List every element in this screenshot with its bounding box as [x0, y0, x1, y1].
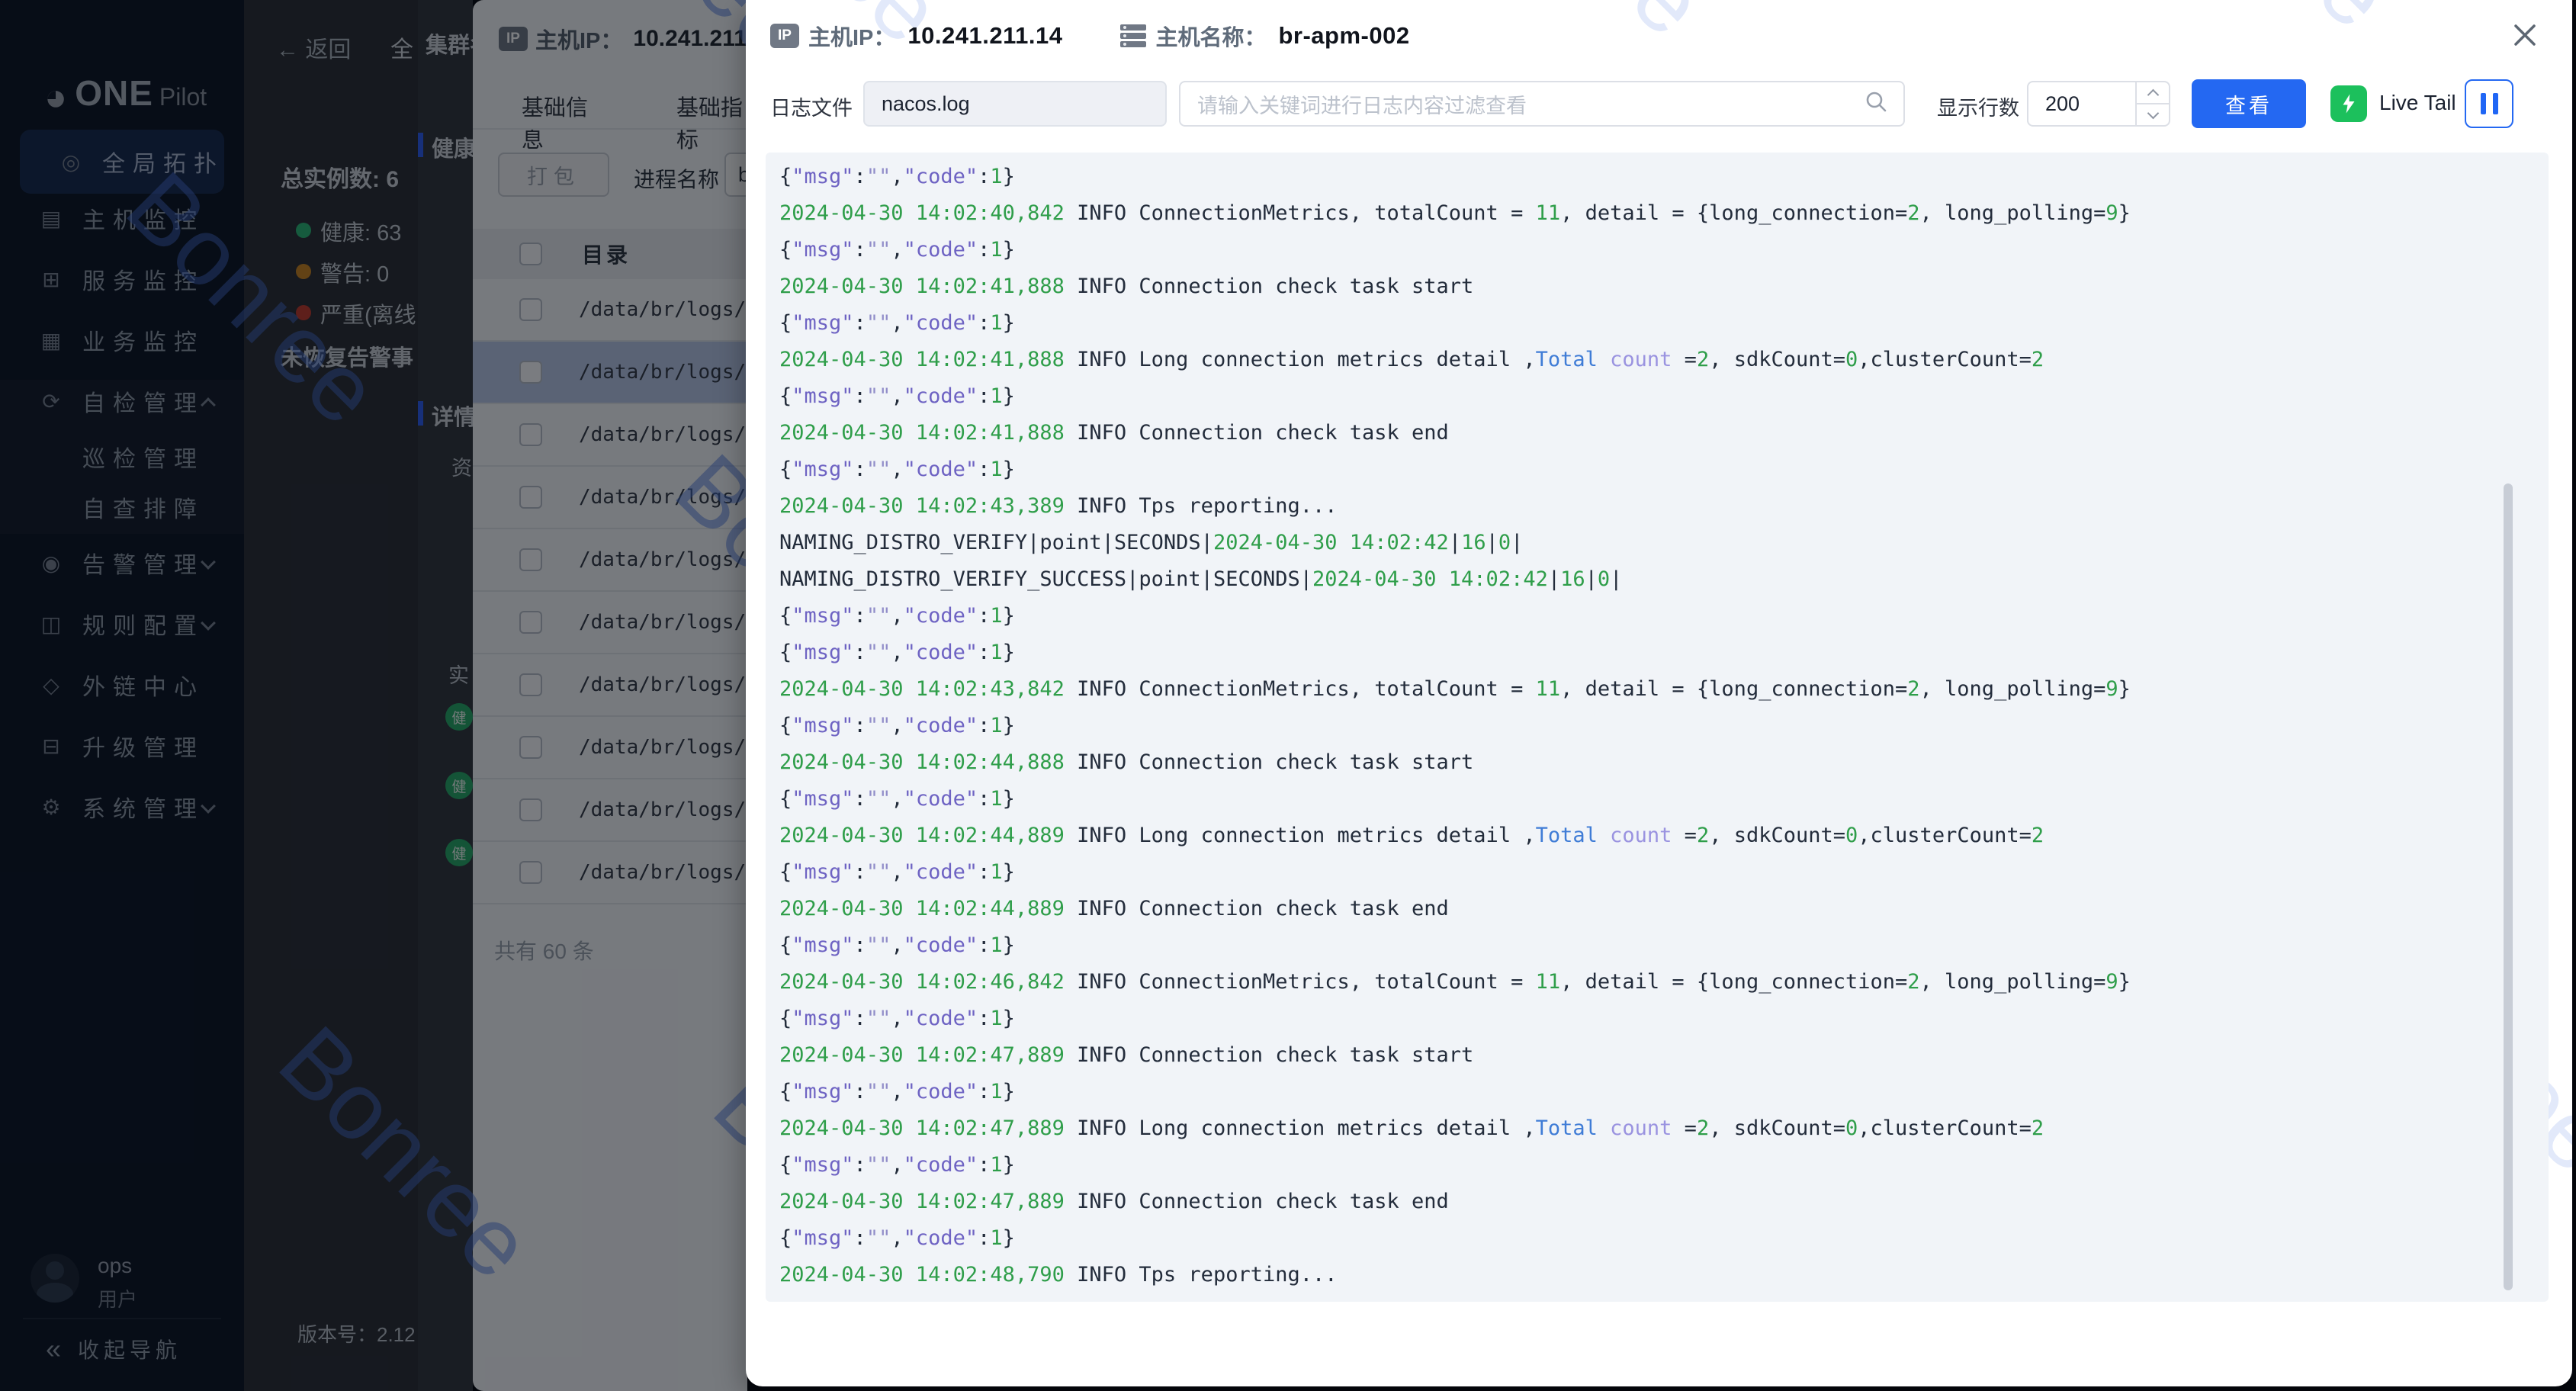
log-line: {"msg":"","code":1} — [779, 159, 2549, 195]
lines-count-value[interactable]: 200 — [2028, 82, 2135, 125]
log-line: {"msg":"","code":1} — [779, 1074, 2549, 1110]
log-line: {"msg":"","code":1} — [779, 451, 2549, 488]
close-icon[interactable] — [2510, 20, 2540, 50]
log-line: 2024-04-30 14:02:43,842 INFO ConnectionM… — [779, 671, 2549, 708]
log-scrollbar[interactable] — [2504, 483, 2513, 1290]
log-line: {"msg":"","code":1} — [779, 232, 2549, 268]
log-line: 2024-04-30 14:02:44,889 INFO Long connec… — [779, 818, 2549, 854]
log-line: NAMING_DISTRO_VERIFY|point|SECONDS|2024-… — [779, 525, 2549, 561]
stepper-up-icon[interactable] — [2137, 82, 2169, 103]
stepper-controls — [2135, 82, 2169, 125]
log-line: {"msg":"","code":1} — [779, 378, 2549, 415]
log-viewer-modal: Bonree Bonree Bonree Bonree Bonree Bonre… — [746, 0, 2572, 1386]
log-line: {"msg":"","code":1} — [779, 153, 2549, 159]
log-line: {"msg":"","code":1} — [779, 598, 2549, 634]
search-input[interactable]: 请输入关键词进行日志内容过滤查看 — [1179, 81, 1905, 127]
log-line: 2024-04-30 14:02:40,842 INFO ConnectionM… — [779, 195, 2549, 232]
log-lines: {"msg":"","code":1}{"msg":"","code":1}20… — [766, 153, 2549, 1293]
log-line: 2024-04-30 14:02:47,889 INFO Connection … — [779, 1037, 2549, 1074]
screen: ◕ ONE Pilot ◎ 全局拓扑 ▤主机监控⊞服务监控▦业务监控⟳自检管理巡… — [0, 0, 2576, 1391]
live-tail-label: Live Tail — [2379, 91, 2456, 115]
log-line: 2024-04-30 14:02:41,888 INFO Long connec… — [779, 342, 2549, 378]
view-button[interactable]: 查看 — [2192, 79, 2306, 128]
log-line: {"msg":"","code":1} — [779, 927, 2549, 964]
host-ip-label: 主机IP： — [808, 20, 895, 52]
stepper-down-icon[interactable] — [2137, 103, 2169, 125]
lines-count-label: 显示行数 — [1937, 92, 2019, 121]
log-line: 2024-04-30 14:02:41,888 INFO Connection … — [779, 415, 2549, 451]
log-line: 2024-04-30 14:02:46,842 INFO ConnectionM… — [779, 964, 2549, 1001]
lines-count-stepper[interactable]: 200 — [2027, 81, 2170, 127]
log-line: NAMING_DISTRO_VERIFY_SUCCESS|point|SECON… — [779, 561, 2549, 598]
log-line: 2024-04-30 14:02:41,888 INFO Connection … — [779, 268, 2549, 305]
host-name-value: br-apm-002 — [1278, 22, 1409, 50]
search-placeholder: 请输入关键词进行日志内容过滤查看 — [1197, 89, 1864, 119]
host-ip-value: 10.241.211.14 — [907, 22, 1062, 50]
log-line: {"msg":"","code":1} — [779, 634, 2549, 671]
server-icon — [1120, 24, 1146, 47]
log-line: {"msg":"","code":1} — [779, 1220, 2549, 1257]
log-line: {"msg":"","code":1} — [779, 708, 2549, 744]
log-toolbar: 日志文件 nacos.log 请输入关键词进行日志内容过滤查看 显示行数 200 — [746, 81, 2572, 130]
pause-button[interactable] — [2465, 79, 2513, 128]
log-line: 2024-04-30 14:02:47,889 INFO Connection … — [779, 1184, 2549, 1220]
log-line: {"msg":"","code":1} — [779, 854, 2549, 891]
log-line: 2024-04-30 14:02:43,389 INFO Tps reporti… — [779, 488, 2549, 525]
log-line: {"msg":"","code":1} — [779, 781, 2549, 818]
ip-badge-icon: IP — [770, 24, 799, 48]
log-line: {"msg":"","code":1} — [779, 1001, 2549, 1037]
log-line: 2024-04-30 14:02:48,790 INFO Tps reporti… — [779, 1257, 2549, 1293]
log-file-input[interactable]: nacos.log — [863, 81, 1167, 127]
log-line: {"msg":"","code":1} — [779, 1147, 2549, 1184]
live-tail-icon — [2330, 85, 2367, 122]
log-line: 2024-04-30 14:02:44,888 INFO Connection … — [779, 744, 2549, 781]
search-icon[interactable] — [1864, 89, 1888, 119]
log-file-label: 日志文件 — [770, 92, 853, 121]
log-line: 2024-04-30 14:02:44,889 INFO Connection … — [779, 891, 2549, 927]
log-output-panel[interactable]: {"msg":"","code":1}{"msg":"","code":1}20… — [766, 153, 2549, 1302]
host-name-label: 主机名称： — [1155, 20, 1266, 52]
modal-header: IP 主机IP： 10.241.211.14 主机名称： br-apm-002 — [770, 20, 1410, 52]
log-line: {"msg":"","code":1} — [779, 305, 2549, 342]
log-line: 2024-04-30 14:02:47,889 INFO Long connec… — [779, 1110, 2549, 1147]
